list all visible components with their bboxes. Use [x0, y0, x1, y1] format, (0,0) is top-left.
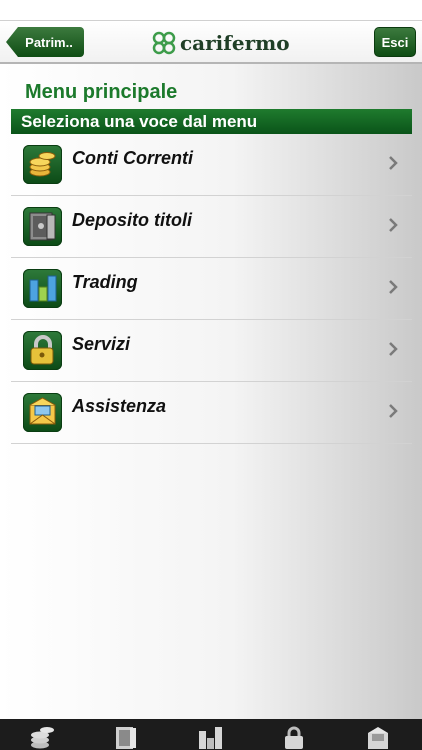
mail-icon — [368, 727, 388, 749]
back-button[interactable]: Patrim.. — [6, 27, 84, 57]
chevron-right-icon — [389, 342, 398, 356]
tab-trading[interactable] — [168, 719, 252, 750]
status-bar — [0, 0, 422, 20]
chart-bars-icon — [199, 727, 222, 749]
page-title: Menu principale — [25, 81, 178, 103]
tab-conti-correnti[interactable] — [0, 719, 84, 750]
menu-item-label: Trading — [72, 272, 138, 292]
menu-item-trading[interactable]: Trading — [11, 258, 412, 320]
menu-item-label: Deposito titoli — [72, 210, 192, 230]
menu-item-servizi[interactable]: Servizi — [11, 320, 412, 382]
tab-bar — [0, 719, 422, 750]
coins-icon — [23, 145, 62, 184]
safe-icon — [116, 727, 136, 749]
exit-button[interactable]: Esci — [374, 27, 416, 57]
menu-item-assistenza[interactable]: Assistenza — [11, 382, 412, 444]
padlock-icon — [285, 726, 303, 749]
chevron-right-icon — [389, 280, 398, 294]
section-header: Seleziona una voce dal menu — [11, 109, 412, 134]
chevron-right-icon — [389, 156, 398, 170]
safe-icon — [23, 207, 62, 246]
tab-assistenza[interactable] — [336, 719, 420, 750]
menu-item-label: Assistenza — [72, 396, 167, 416]
chevron-right-icon — [389, 404, 398, 418]
tab-servizi[interactable] — [252, 719, 336, 750]
clover-logo-icon — [152, 31, 176, 55]
coins-icon — [31, 727, 54, 749]
padlock-icon — [23, 331, 62, 370]
chart-bars-icon — [23, 269, 62, 308]
main-menu-list: Conti Correnti Deposito titoli Trading S… — [11, 134, 412, 444]
menu-item-label: Servizi — [72, 334, 131, 354]
carifermo-logo: carifermo — [152, 30, 290, 56]
chevron-right-icon — [389, 218, 398, 232]
menu-item-label: Conti Correnti — [72, 148, 193, 168]
tab-deposito-titoli[interactable] — [84, 719, 168, 750]
menu-item-conti-correnti[interactable]: Conti Correnti — [11, 134, 412, 196]
mail-icon — [23, 393, 62, 432]
navigation-bar: Patrim.. carifermo Esci — [0, 20, 422, 64]
logo-text: carifermo — [180, 31, 290, 55]
menu-item-deposito-titoli[interactable]: Deposito titoli — [11, 196, 412, 258]
